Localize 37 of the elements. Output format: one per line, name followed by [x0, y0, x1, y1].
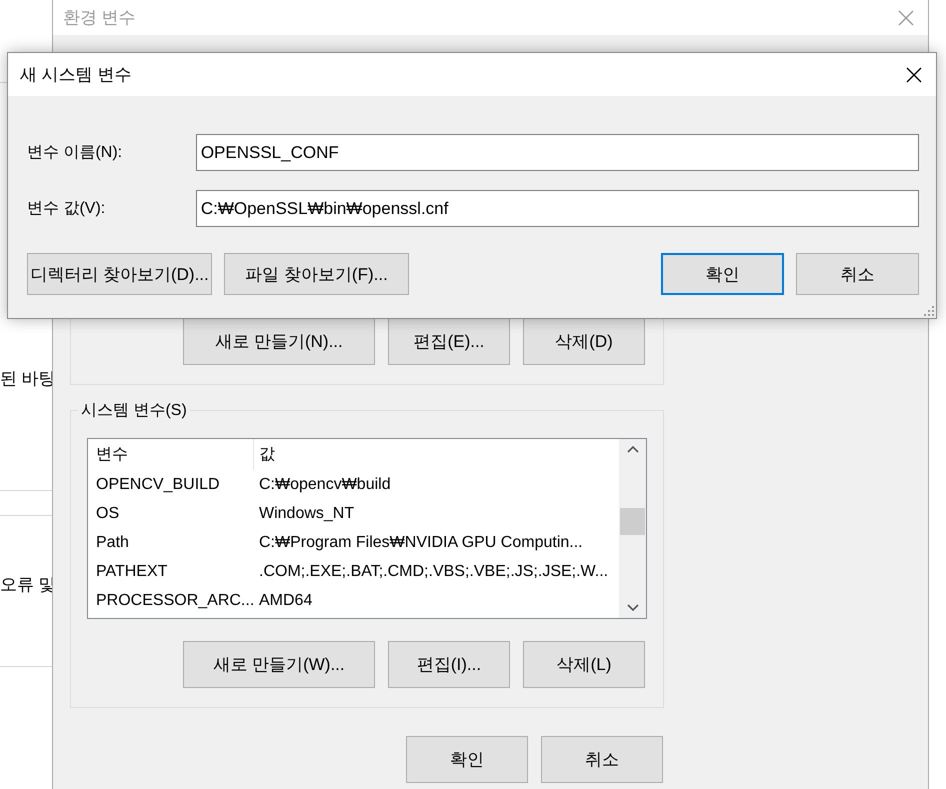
table-cell-text: AMD64	[258, 592, 312, 610]
dialog-title: 새 시스템 변수	[20, 64, 132, 86]
field-label: 변수 이름(N):	[27, 143, 124, 163]
table-cell-text: Path	[95, 534, 130, 552]
dialog-button[interactable]: 취소	[796, 253, 919, 295]
scrollbar[interactable]	[619, 439, 646, 618]
cancel-button[interactable]: 취소	[541, 736, 663, 783]
user-variable-button[interactable]: 삭제(D)	[523, 318, 645, 365]
dialog-button[interactable]: 디렉터리 찾아보기(D)...	[27, 253, 212, 295]
column-header[interactable]: 값	[254, 444, 275, 465]
user-variable-button[interactable]: 새로 만들기(N)...	[183, 318, 375, 365]
table-cell-text: Windows_NT	[258, 504, 354, 522]
table-cell-text: .COM;.EXE;.BAT;.CMD;.VBS;.VBE;.JS;.JSE;.W...	[258, 562, 608, 580]
field-label: 변수 값(V):	[27, 199, 106, 219]
table-cell-text: C:₩opencv₩build	[258, 476, 391, 494]
window-title: 환경 변수	[63, 7, 136, 29]
input-field[interactable]: C:₩OpenSSL₩bin₩openssl.cnf	[196, 190, 919, 227]
column-header[interactable]: 변수	[88, 439, 254, 470]
user-variable-button[interactable]: 편집(E)...	[388, 318, 510, 365]
system-variable-button[interactable]: 편집(I)...	[388, 641, 510, 688]
table-cell-text: OS	[95, 504, 120, 522]
table-cell-text: PATHEXT	[95, 562, 168, 580]
table-cell-text: C:₩Program Files₩NVIDIA GPU Computin...	[258, 534, 583, 552]
dialog-button[interactable]: 파일 찾아보기(F)...	[224, 253, 409, 295]
scroll-thumb[interactable]	[620, 508, 645, 535]
close-icon[interactable]	[906, 66, 922, 82]
table-cell-text: PROCESSOR_ARC...	[95, 592, 254, 610]
scroll-down-icon[interactable]	[626, 604, 638, 612]
system-variable-button[interactable]: 새로 만들기(W)...	[183, 641, 375, 688]
group-label: 시스템 변수(S)	[78, 400, 190, 421]
system-variable-button[interactable]: 삭제(L)	[523, 641, 645, 688]
table-cell-text: OPENCV_BUILD	[95, 476, 221, 494]
input-field[interactable]: OPENSSL_CONF	[196, 134, 919, 171]
scroll-up-icon[interactable]	[626, 445, 638, 453]
ok-button[interactable]: 확인	[406, 736, 528, 783]
resize-grip-icon[interactable]	[924, 306, 934, 316]
dialog-button[interactable]: 확인	[661, 253, 784, 295]
